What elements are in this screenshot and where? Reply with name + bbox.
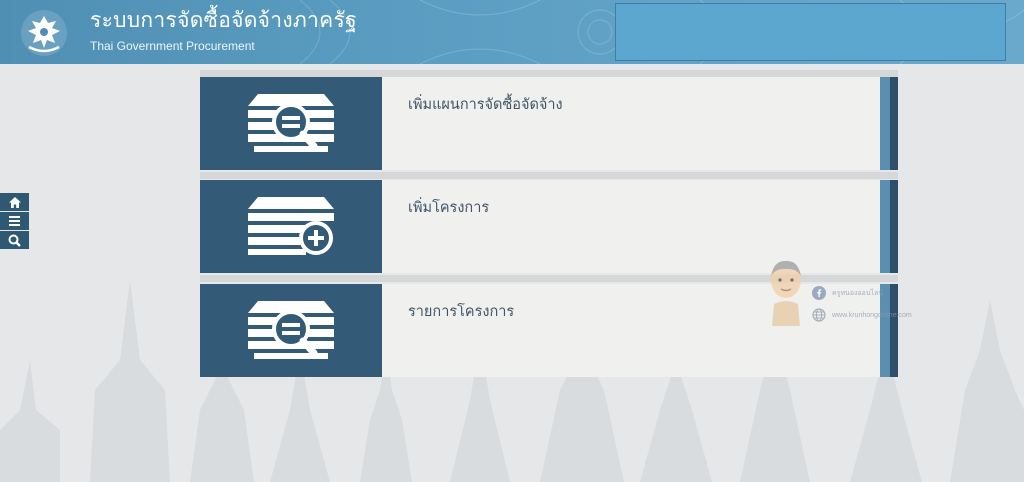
- globe-icon: [812, 308, 826, 322]
- search-button[interactable]: [0, 231, 29, 249]
- watermark: ครูหนองออนไลน์ www.krunhongonline.com: [766, 258, 936, 328]
- document-search-icon: [248, 300, 334, 359]
- menu-card-add-plan[interactable]: เพิ่มแผนการจัดซื้อจัดจ้าง: [200, 77, 898, 170]
- search-icon: [8, 234, 21, 247]
- card-icon-box: [200, 284, 382, 377]
- watermark-facebook: ครูหนองออนไลน์: [812, 286, 883, 300]
- site-title: ระบบการจัดซื้อจัดจ้างภาครัฐ: [90, 8, 357, 32]
- watermark-website: www.krunhongonline.com: [812, 308, 912, 322]
- menu-button[interactable]: [0, 212, 29, 230]
- menu-card-label: เพิ่มโครงการ: [408, 200, 490, 216]
- home-icon: [8, 196, 21, 208]
- facebook-icon: [812, 286, 826, 300]
- site-subtitle: Thai Government Procurement: [90, 39, 255, 53]
- card-icon-box: [200, 77, 382, 170]
- garuda-emblem-icon[interactable]: [20, 9, 68, 57]
- document-search-icon: [248, 93, 334, 152]
- card-divider: [200, 70, 898, 77]
- menu-card-label: เพิ่มแผนการจัดซื้อจัดจ้าง: [408, 97, 563, 113]
- card-accent: [880, 77, 890, 170]
- card-accent-dark: [890, 77, 898, 170]
- watermark-website-text: www.krunhongonline.com: [832, 311, 912, 319]
- card-divider: [200, 172, 898, 179]
- menu-icon: [9, 216, 20, 226]
- avatar-cartoon-icon: [771, 260, 801, 326]
- card-icon-box: [200, 180, 382, 273]
- menu-card-label: รายการโครงการ: [408, 304, 515, 320]
- site-header: ระบบการจัดซื้อจัดจ้างภาครัฐ Thai Governm…: [0, 0, 1024, 64]
- document-add-icon: [248, 196, 334, 255]
- home-button[interactable]: [0, 193, 29, 211]
- header-user-panel: [615, 3, 1006, 61]
- watermark-facebook-text: ครูหนองออนไลน์: [832, 289, 884, 297]
- side-toolbar: [0, 193, 29, 250]
